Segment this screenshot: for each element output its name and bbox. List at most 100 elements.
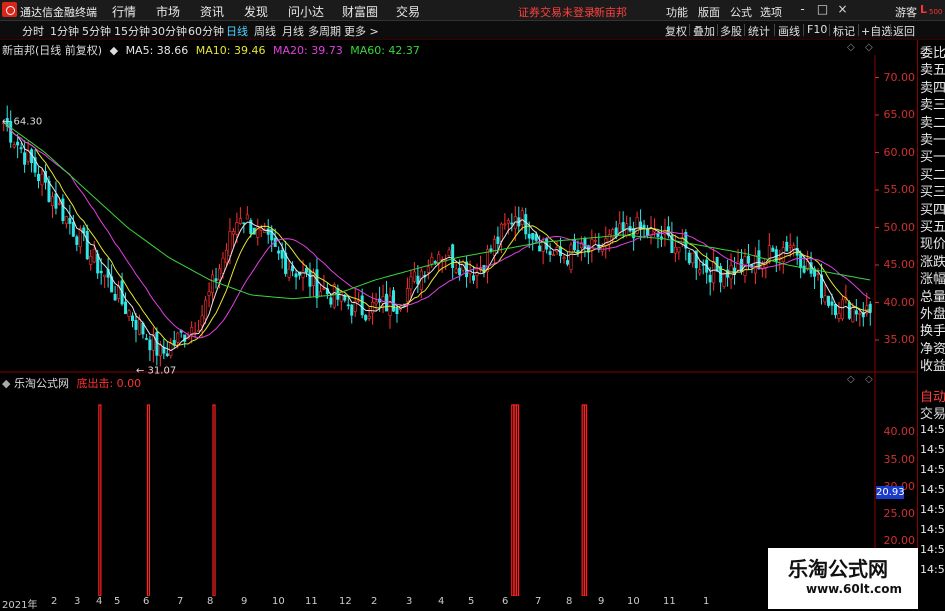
tool-stats[interactable]: 统计 xyxy=(748,23,770,39)
divider xyxy=(774,24,775,36)
tool-add-favorite[interactable]: +自选 xyxy=(861,23,892,39)
date-tick-label: 6 xyxy=(143,596,150,607)
candle-body xyxy=(318,291,322,297)
side-quote-field: 买二 xyxy=(920,167,945,183)
period-intraday[interactable]: 分时 xyxy=(22,23,44,39)
signal-bar xyxy=(98,404,102,596)
tool-mark[interactable]: 标记 xyxy=(833,23,855,39)
side-quote-field: 卖三 xyxy=(920,98,945,114)
minimize-icon[interactable]: - xyxy=(795,2,810,17)
candle-body xyxy=(242,222,246,224)
period-more[interactable]: 更多 > xyxy=(344,23,379,39)
candle-body xyxy=(569,244,573,270)
side-trade-field[interactable]: 交易 xyxy=(920,403,945,422)
candle-body xyxy=(16,141,20,146)
candle-body xyxy=(499,223,503,242)
side-quote-field: 卖二 xyxy=(920,115,945,131)
candle-body xyxy=(621,222,625,231)
candle-body xyxy=(124,301,128,315)
menu-item-market[interactable]: 市场 xyxy=(156,3,180,20)
menu-item-ask[interactable]: 问小达 xyxy=(288,3,324,20)
candle-body xyxy=(802,265,806,273)
date-tick-label: 7 xyxy=(177,596,184,607)
date-tick-label: 4 xyxy=(96,596,103,607)
menu-item-fortune[interactable]: 财富圈 xyxy=(342,3,378,20)
period-daily[interactable]: 日线 xyxy=(226,23,248,39)
menu-item-options[interactable]: 选项 xyxy=(760,4,782,20)
period-monthly[interactable]: 月线 xyxy=(282,23,304,39)
candle-body xyxy=(218,268,222,281)
menu-item-discover[interactable]: 发现 xyxy=(244,3,268,20)
period-weekly[interactable]: 周线 xyxy=(254,23,276,39)
date-tick-label: 8 xyxy=(207,596,214,607)
tool-back[interactable]: 返回 xyxy=(893,23,915,39)
candle-body xyxy=(854,310,858,315)
trade-login-alert[interactable]: 证券交易未登录 xyxy=(518,4,595,20)
tool-f10[interactable]: F10 xyxy=(807,23,827,36)
divider xyxy=(717,24,718,36)
candle-body xyxy=(722,272,726,287)
date-tick-label: 8 xyxy=(566,596,573,607)
candle-body xyxy=(165,353,169,356)
period-5min[interactable]: 5分钟 xyxy=(82,23,111,39)
candle-body xyxy=(131,315,135,321)
menu-item-news[interactable]: 资讯 xyxy=(200,3,224,20)
price-tick-label: 50.00 xyxy=(883,220,916,234)
candle-body xyxy=(19,147,23,150)
candle-body xyxy=(37,173,41,181)
candle-body xyxy=(430,256,434,265)
candle-body xyxy=(496,236,500,244)
candle-body xyxy=(304,267,308,273)
period-30min[interactable]: 30分钟 xyxy=(151,23,187,39)
menu-item-function[interactable]: 功能 xyxy=(666,4,688,20)
candle-body xyxy=(687,252,691,264)
candle-body xyxy=(155,331,159,356)
candle-body xyxy=(840,299,844,320)
menu-item-quotes[interactable]: 行情 xyxy=(112,3,136,20)
candle-body xyxy=(778,256,782,259)
close-icon[interactable]: × xyxy=(835,2,850,17)
period-multi[interactable]: 多周期 xyxy=(308,23,341,39)
candle-body xyxy=(103,274,107,277)
tool-multi-stock[interactable]: 多股 xyxy=(720,23,742,39)
menu-item-formula[interactable]: 公式 xyxy=(730,4,752,20)
indicator-settings-icon[interactable]: ◆ xyxy=(2,377,10,390)
tool-overlay[interactable]: 叠加 xyxy=(693,23,715,39)
divider xyxy=(689,24,690,36)
date-tick-label: 5 xyxy=(114,596,121,607)
candle-body xyxy=(280,250,284,259)
candle-body xyxy=(221,257,225,274)
kline-chart[interactable]: ← 64.30 ← 31.07 xyxy=(0,55,917,596)
candle-body xyxy=(562,257,566,260)
candle-body xyxy=(92,249,96,263)
candle-body xyxy=(412,271,416,282)
period-15min[interactable]: 15分钟 xyxy=(114,23,150,39)
collapse-up-icon[interactable]: ◇ xyxy=(847,42,855,53)
candle-body xyxy=(89,256,93,265)
guest-label[interactable]: 游客 xyxy=(895,4,917,20)
tool-draw[interactable]: 画线 xyxy=(778,23,800,39)
menu-item-layout[interactable]: 版面 xyxy=(698,4,720,20)
candle-body xyxy=(231,231,235,235)
candle-body xyxy=(565,260,569,265)
tool-adjust[interactable]: 复权 xyxy=(665,23,687,39)
candle-body xyxy=(458,267,462,276)
candle-body xyxy=(148,339,152,351)
candle-body xyxy=(57,202,61,205)
date-tick-label: 2 xyxy=(371,596,378,607)
candle-body xyxy=(23,152,27,165)
candle-body xyxy=(524,214,528,235)
period-60min[interactable]: 60分钟 xyxy=(188,23,224,39)
level-tag-sub: 500 xyxy=(929,8,943,16)
date-tick-label: 10 xyxy=(272,596,285,607)
period-1min[interactable]: 1分钟 xyxy=(50,23,79,39)
candle-body xyxy=(266,228,270,235)
candle-body xyxy=(207,291,211,296)
divider xyxy=(829,24,830,36)
menu-item-trade[interactable]: 交易 xyxy=(396,3,420,20)
price-tick-label: 55.00 xyxy=(883,183,916,196)
side-quote-field: 涨跌 xyxy=(920,254,945,270)
maximize-icon[interactable]: □ xyxy=(815,2,830,17)
candle-body xyxy=(235,222,239,235)
zoom-icon[interactable]: ◇ xyxy=(865,42,873,53)
